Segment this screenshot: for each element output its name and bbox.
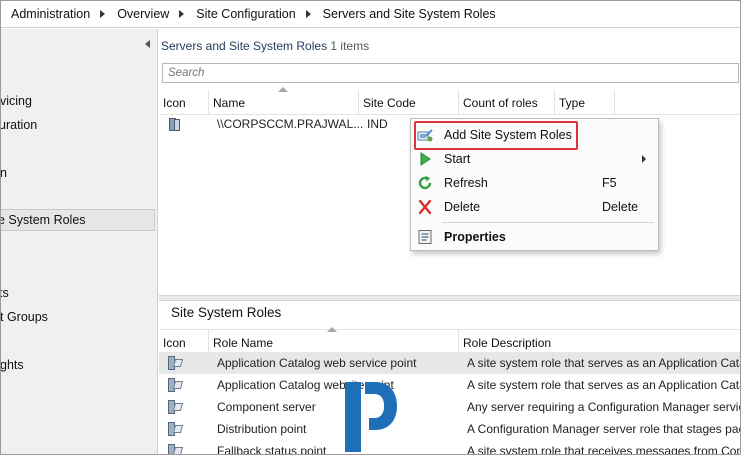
menu-item-label: Start xyxy=(444,152,471,166)
breadcrumb-site-configuration[interactable]: Site Configuration xyxy=(196,7,295,21)
role-icon xyxy=(167,396,184,418)
menu-item-shortcut: Delete xyxy=(602,200,639,214)
start-icon xyxy=(420,152,431,166)
role-icon xyxy=(167,352,184,374)
console-window: Administration Overview Site Configurati… xyxy=(0,0,741,455)
column-name[interactable]: Name xyxy=(209,90,359,115)
column-type[interactable]: Type xyxy=(555,90,615,115)
nav-item-servers-and-site-system-roles[interactable]: e System Roles xyxy=(1,209,155,231)
table-row[interactable]: Component server Any server requiring a … xyxy=(159,396,741,418)
highlight-annotation xyxy=(414,121,578,150)
prajwal-logo-icon xyxy=(345,382,397,452)
nav-item-partial[interactable]: n xyxy=(1,162,153,184)
role-name: Distribution point xyxy=(217,422,307,436)
navigation-pane: vicing uration n e System Roles ts t Gro… xyxy=(1,29,158,454)
role-description: A site system role that receives message… xyxy=(467,444,741,455)
breadcrumb-administration[interactable]: Administration xyxy=(11,7,90,21)
pane-title-text: Servers and Site System Roles xyxy=(161,39,328,53)
table-row[interactable]: Distribution point A Configuration Manag… xyxy=(159,418,741,440)
role-description: A Configuration Manager server role that… xyxy=(467,422,741,436)
table-row[interactable]: Application Catalog web service point A … xyxy=(159,352,741,374)
nav-item-configuration[interactable]: uration xyxy=(1,114,152,136)
collapse-pane-icon[interactable] xyxy=(145,40,150,48)
column-count-of-roles[interactable]: Count of roles xyxy=(459,90,555,115)
nav-item-servicing[interactable]: vicing xyxy=(1,90,153,112)
roles-table-header: Icon Role Name Role Description xyxy=(159,327,740,355)
breadcrumb-overview[interactable]: Overview xyxy=(117,7,169,21)
table-row[interactable]: Fallback status point A site system role… xyxy=(159,440,741,455)
table-row[interactable]: Application Catalog website point A site… xyxy=(159,374,741,396)
column-site-code[interactable]: Site Code xyxy=(359,90,459,115)
search-input[interactable] xyxy=(162,63,739,83)
menu-item-properties[interactable]: Properties xyxy=(411,226,658,248)
server-site-code: IND xyxy=(367,117,388,131)
menu-item-label: Properties xyxy=(444,230,506,244)
menu-separator xyxy=(442,222,654,223)
roles-pane-title: Site System Roles xyxy=(171,305,282,320)
breadcrumb-separator-icon[interactable] xyxy=(305,10,311,18)
pane-splitter[interactable] xyxy=(159,295,740,301)
breadcrumb-separator-icon[interactable] xyxy=(100,10,106,18)
menu-item-shortcut: F5 xyxy=(602,176,617,190)
role-icon xyxy=(167,374,184,396)
breadcrumb-separator-icon[interactable] xyxy=(179,10,185,18)
menu-item-start[interactable]: Start xyxy=(411,148,658,170)
breadcrumb-servers-and-site-system-roles[interactable]: Servers and Site System Roles xyxy=(323,7,496,21)
role-name: Application Catalog web service point xyxy=(217,356,417,370)
menu-item-label: Delete xyxy=(444,200,481,214)
role-icon xyxy=(167,440,184,454)
column-icon[interactable]: Icon xyxy=(159,90,209,115)
item-count: 1 items xyxy=(330,39,370,53)
nav-item-accounts[interactable]: ts xyxy=(1,282,152,304)
menu-item-refresh[interactable]: Refresh F5 xyxy=(411,172,658,194)
delete-icon xyxy=(418,199,432,215)
menu-item-label: Refresh xyxy=(444,176,488,190)
server-icon xyxy=(167,113,181,135)
properties-icon xyxy=(418,230,432,244)
role-description: Any server requiring a Configuration Man… xyxy=(467,400,741,414)
server-name: \\CORPSCCM.PRAJWAL... xyxy=(217,117,364,131)
refresh-icon xyxy=(418,175,432,190)
nav-item-boundary-groups[interactable]: t Groups xyxy=(1,306,153,328)
menu-item-delete[interactable]: Delete Delete xyxy=(411,196,658,218)
role-name: Component server xyxy=(217,400,316,414)
submenu-arrow-icon xyxy=(642,155,646,163)
nav-item-rights[interactable]: ghts xyxy=(1,354,153,376)
role-name: Fallback status point xyxy=(217,444,327,455)
breadcrumb: Administration Overview Site Configurati… xyxy=(1,1,740,28)
pane-title: Servers and Site System Roles 1 items xyxy=(161,39,369,53)
servers-table-header: Icon Name Site Code Count of roles Type xyxy=(159,87,740,115)
role-icon xyxy=(167,418,184,440)
role-description: A site system role that serves as an App… xyxy=(467,378,741,392)
role-description: A site system role that serves as an App… xyxy=(467,356,741,370)
